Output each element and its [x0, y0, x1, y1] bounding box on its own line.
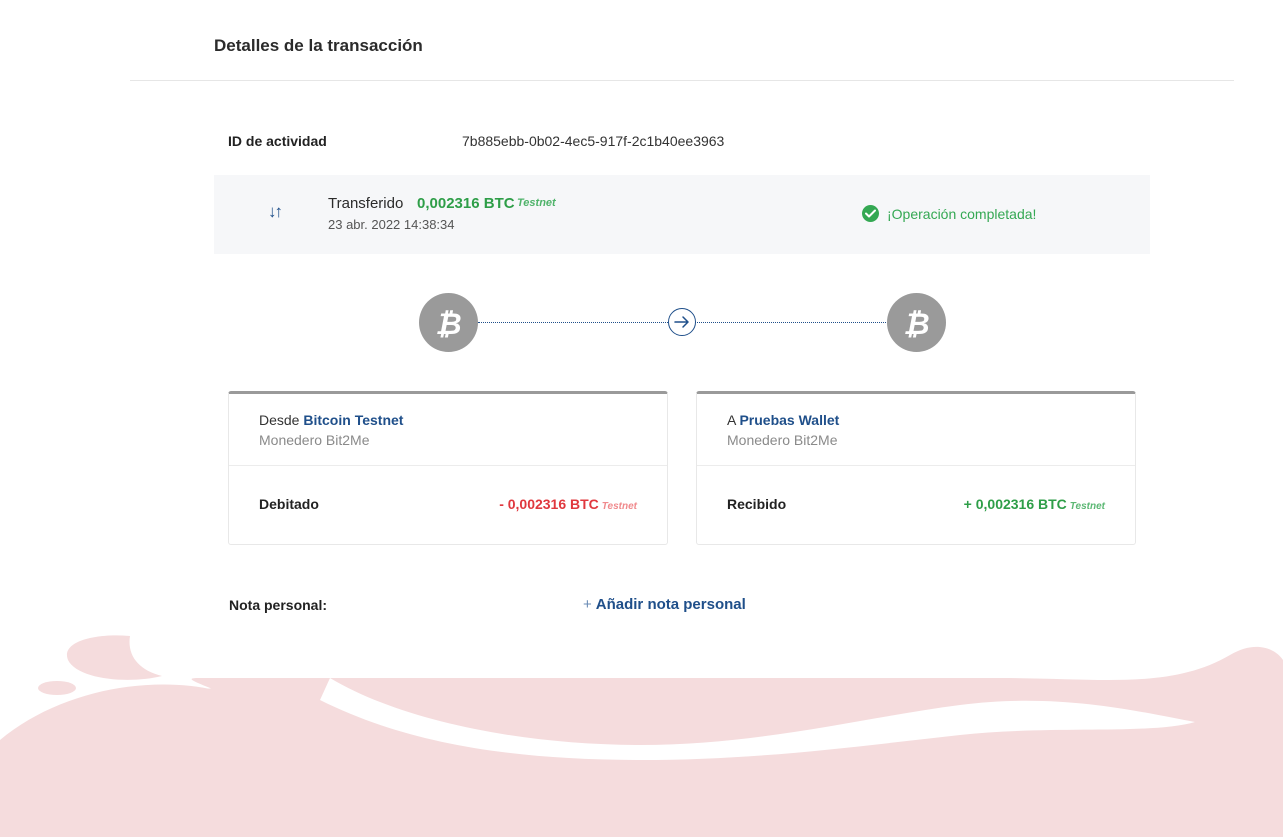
- destination-wallet-link[interactable]: Pruebas Wallet: [739, 412, 839, 428]
- transaction-amount: 0,002316 BTC: [417, 195, 515, 212]
- debited-label: Debitado: [259, 496, 319, 512]
- source-card: Desde Bitcoin Testnet Monedero Bit2Me De…: [228, 391, 668, 545]
- source-wallet-type: Monedero Bit2Me: [259, 432, 370, 448]
- source-line: Desde Bitcoin Testnet: [259, 412, 403, 428]
- transaction-network-badge: Testnet: [517, 197, 556, 209]
- svg-text:₿: ₿: [435, 307, 461, 340]
- received-amount-value: + 0,002316 BTC: [963, 496, 1067, 512]
- source-wallet-link[interactable]: Bitcoin Testnet: [303, 412, 403, 428]
- arrow-right-icon: [668, 308, 696, 336]
- add-personal-note-button[interactable]: + Añadir nota personal: [583, 596, 746, 613]
- personal-note-label: Nota personal:: [229, 597, 328, 613]
- destination-prefix: A: [727, 412, 736, 428]
- plus-icon: +: [583, 596, 592, 613]
- received-amount: + 0,002316 BTC Testnet: [964, 496, 1105, 512]
- bitcoin-icon: ₿: [887, 293, 946, 352]
- debited-network-badge: Testnet: [601, 501, 637, 512]
- bitcoin-icon: ₿: [419, 293, 478, 352]
- source-card-header: Desde Bitcoin Testnet Monedero Bit2Me: [229, 394, 667, 466]
- destination-card-header: A Pruebas Wallet Monedero Bit2Me: [697, 394, 1135, 466]
- page-title: Detalles de la transacción: [214, 36, 423, 55]
- destination-line: A Pruebas Wallet: [727, 412, 839, 428]
- status-text: ¡Operación completada!: [887, 206, 1037, 222]
- transaction-action: Transferido: [328, 195, 404, 212]
- check-circle-icon: [862, 205, 879, 222]
- transaction-date: 23 abr. 2022 14:38:34: [328, 217, 455, 232]
- destination-wallet-type: Monedero Bit2Me: [727, 432, 838, 448]
- svg-text:₿: ₿: [903, 307, 929, 340]
- activity-id-label: ID de actividad: [228, 133, 327, 149]
- activity-id-value: 7b885ebb-0b02-4ec5-917f-2c1b40ee3963: [462, 133, 725, 149]
- received-network-badge: Testnet: [1069, 501, 1105, 512]
- destination-card: A Pruebas Wallet Monedero Bit2Me Recibid…: [696, 391, 1136, 545]
- debited-amount: - 0,002316 BTC Testnet: [499, 496, 637, 512]
- header-divider: [130, 80, 1234, 81]
- received-label: Recibido: [727, 496, 787, 512]
- transfer-arrows-icon: ↓↑: [268, 202, 283, 221]
- debited-amount-value: - 0,002316 BTC: [499, 496, 599, 512]
- add-personal-note-label: Añadir nota personal: [595, 596, 746, 613]
- source-prefix: Desde: [259, 412, 300, 428]
